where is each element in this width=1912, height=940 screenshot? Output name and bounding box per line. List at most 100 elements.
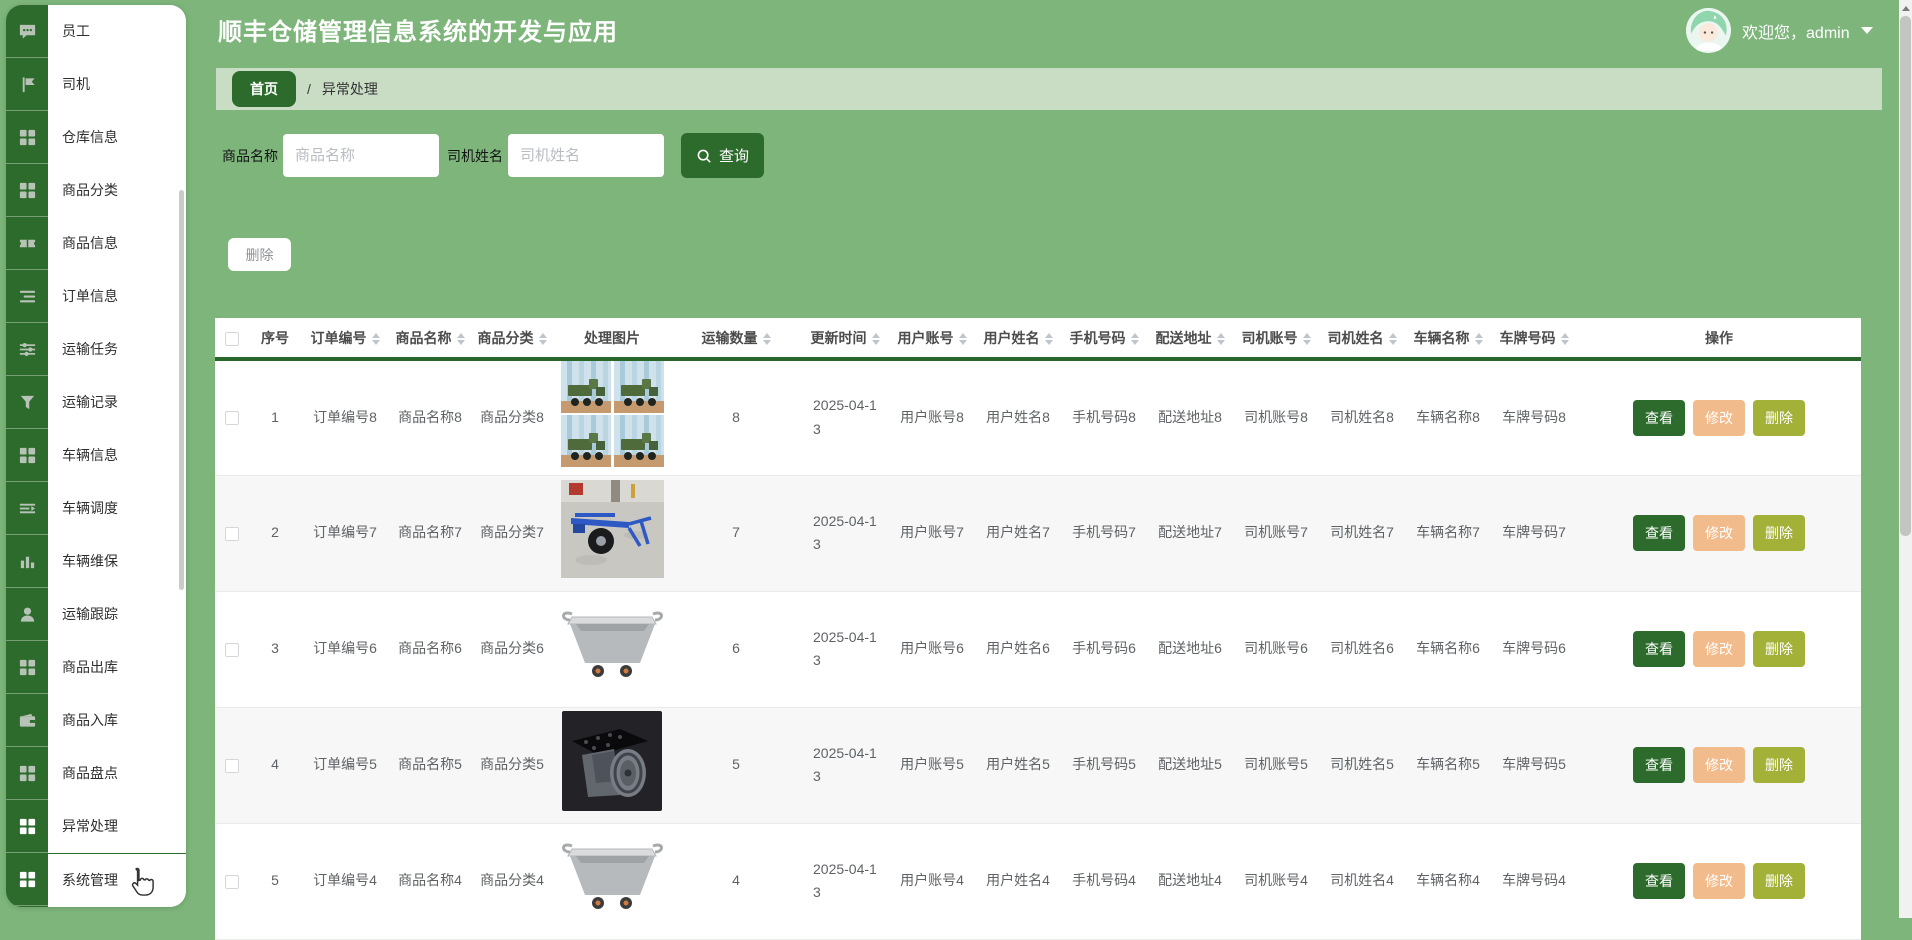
edit-button[interactable]: 修改 — [1693, 399, 1745, 436]
delete-button[interactable]: 删除 — [1753, 631, 1805, 668]
cell-actions: 查看 修改 删除 — [1577, 359, 1861, 476]
column-header-product_name[interactable]: 商品名称 — [389, 318, 471, 361]
sidebar-item-运输任务[interactable]: 运输任务 — [48, 323, 186, 376]
user-icon[interactable] — [6, 588, 48, 641]
sort-caret-icon[interactable] — [1474, 332, 1483, 345]
row-checkbox[interactable] — [225, 874, 239, 889]
column-label: 配送地址 — [1155, 329, 1212, 346]
sidebar-item-商品盘点[interactable]: 商品盘点 — [48, 747, 186, 800]
sidebar-item-商品信息[interactable]: 商品信息 — [48, 217, 186, 270]
sort-caret-icon[interactable] — [871, 332, 880, 345]
sidebar-item-员工[interactable]: 员工 — [48, 5, 186, 58]
sidebar-item-车辆维保[interactable]: 车辆维保 — [48, 535, 186, 588]
list-arrow-icon[interactable] — [6, 482, 48, 535]
grid-icon[interactable] — [6, 800, 48, 853]
grid-icon[interactable] — [6, 164, 48, 217]
select-all-checkbox[interactable] — [225, 331, 239, 346]
row-checkbox[interactable] — [225, 411, 239, 426]
bulk-delete-button[interactable]: 删除 — [228, 238, 291, 271]
edit-button[interactable]: 修改 — [1693, 515, 1745, 552]
column-header-address[interactable]: 配送地址 — [1147, 318, 1233, 361]
column-header-user_name[interactable]: 用户姓名 — [975, 318, 1061, 361]
ticket-icon[interactable] — [6, 217, 48, 270]
view-button[interactable]: 查看 — [1633, 863, 1685, 900]
sort-caret-icon[interactable] — [371, 332, 380, 345]
grid-icon[interactable] — [6, 111, 48, 164]
column-header-plate[interactable]: 车牌号码 — [1491, 318, 1577, 361]
sidebar-item-商品出库[interactable]: 商品出库 — [48, 641, 186, 694]
sort-caret-icon[interactable] — [1044, 332, 1053, 345]
page-scrollbar-thumb[interactable] — [1900, 16, 1911, 536]
product-name-input[interactable] — [283, 134, 439, 177]
sidebar-item-车辆调度[interactable]: 车辆调度 — [48, 482, 186, 535]
wallet-icon[interactable] — [6, 694, 48, 747]
column-header-quantity[interactable]: 运输数量 — [671, 318, 801, 361]
sort-caret-icon[interactable] — [1130, 332, 1139, 345]
sort-caret-icon[interactable] — [1216, 332, 1225, 345]
sidebar-item-车辆信息[interactable]: 车辆信息 — [48, 429, 186, 482]
sort-caret-icon[interactable] — [538, 332, 547, 345]
flag-icon[interactable] — [6, 58, 48, 111]
list-icon[interactable] — [6, 270, 48, 323]
scroll-up-icon[interactable] — [1899, 0, 1912, 16]
sort-caret-icon[interactable] — [1388, 332, 1397, 345]
page-scrollbar[interactable] — [1899, 0, 1912, 918]
sort-caret-icon[interactable] — [1302, 332, 1311, 345]
sidebar-item-商品分类[interactable]: 商品分类 — [48, 164, 186, 217]
column-header-update_time[interactable]: 更新时间 — [801, 318, 889, 361]
sort-caret-icon[interactable] — [958, 332, 967, 345]
user-menu[interactable]: 欢迎您，admin — [1686, 8, 1873, 53]
edit-button[interactable]: 修改 — [1693, 863, 1745, 900]
column-header-user_account[interactable]: 用户账号 — [889, 318, 975, 361]
delete-button[interactable]: 删除 — [1753, 515, 1805, 552]
sidebar-item-异常处理[interactable]: 异常处理 — [48, 800, 186, 853]
bar-chart-icon[interactable] — [6, 535, 48, 588]
column-header-phone[interactable]: 手机号码 — [1061, 318, 1147, 361]
edit-button[interactable]: 修改 — [1693, 631, 1745, 668]
column-header-order_no[interactable]: 订单编号 — [301, 318, 389, 361]
driver-name-input[interactable] — [508, 134, 664, 177]
chevron-down-icon[interactable] — [1860, 27, 1873, 34]
sidebar-item-订单信息[interactable]: 订单信息 — [48, 270, 186, 323]
grid-icon[interactable] — [6, 429, 48, 482]
view-button[interactable]: 查看 — [1633, 399, 1685, 436]
delete-button[interactable]: 删除 — [1753, 747, 1805, 784]
sort-caret-icon[interactable] — [456, 332, 465, 345]
column-header-driver_name[interactable]: 司机姓名 — [1319, 318, 1405, 361]
delete-button[interactable]: 删除 — [1753, 399, 1805, 436]
sidebar-scrollbar[interactable] — [179, 190, 184, 590]
edit-button[interactable]: 修改 — [1693, 747, 1745, 784]
view-button[interactable]: 查看 — [1633, 515, 1685, 552]
sidebar-item-商品入库[interactable]: 商品入库 — [48, 694, 186, 747]
grid-icon[interactable] — [6, 747, 48, 800]
sort-caret-icon[interactable] — [1560, 332, 1569, 345]
delete-button[interactable]: 删除 — [1753, 863, 1805, 900]
grid-icon[interactable] — [6, 641, 48, 694]
column-label: 订单编号 — [310, 329, 367, 346]
column-header-vehicle_name[interactable]: 车辆名称 — [1405, 318, 1491, 361]
cell-select — [215, 591, 249, 708]
row-checkbox[interactable] — [225, 758, 239, 773]
avatar[interactable] — [1686, 8, 1731, 53]
breadcrumb-home-button[interactable]: 首页 — [232, 71, 296, 107]
view-button[interactable]: 查看 — [1633, 747, 1685, 784]
query-button[interactable]: 查询 — [681, 133, 765, 178]
column-header-driver_account[interactable]: 司机账号 — [1233, 318, 1319, 361]
cell-no: 1 — [249, 359, 301, 476]
sort-caret-icon[interactable] — [762, 332, 771, 345]
sidebar-item-系统管理[interactable]: 系统管理 — [48, 853, 186, 906]
chat-icon[interactable] — [6, 5, 48, 58]
cell-order_no: 订单编号8 — [301, 359, 389, 476]
sliders-icon[interactable] — [6, 323, 48, 376]
sidebar-item-运输记录[interactable]: 运输记录 — [48, 376, 186, 429]
row-checkbox[interactable] — [225, 642, 239, 657]
sidebar-item-仓库信息[interactable]: 仓库信息 — [48, 111, 186, 164]
sidebar-item-运输跟踪[interactable]: 运输跟踪 — [48, 588, 186, 641]
grid-icon[interactable] — [6, 853, 48, 906]
row-checkbox[interactable] — [225, 526, 239, 541]
query-button-label: 查询 — [719, 148, 750, 165]
funnel-icon[interactable] — [6, 376, 48, 429]
view-button[interactable]: 查看 — [1633, 631, 1685, 668]
sidebar-item-司机[interactable]: 司机 — [48, 58, 186, 111]
column-header-category[interactable]: 商品分类 — [471, 318, 553, 361]
